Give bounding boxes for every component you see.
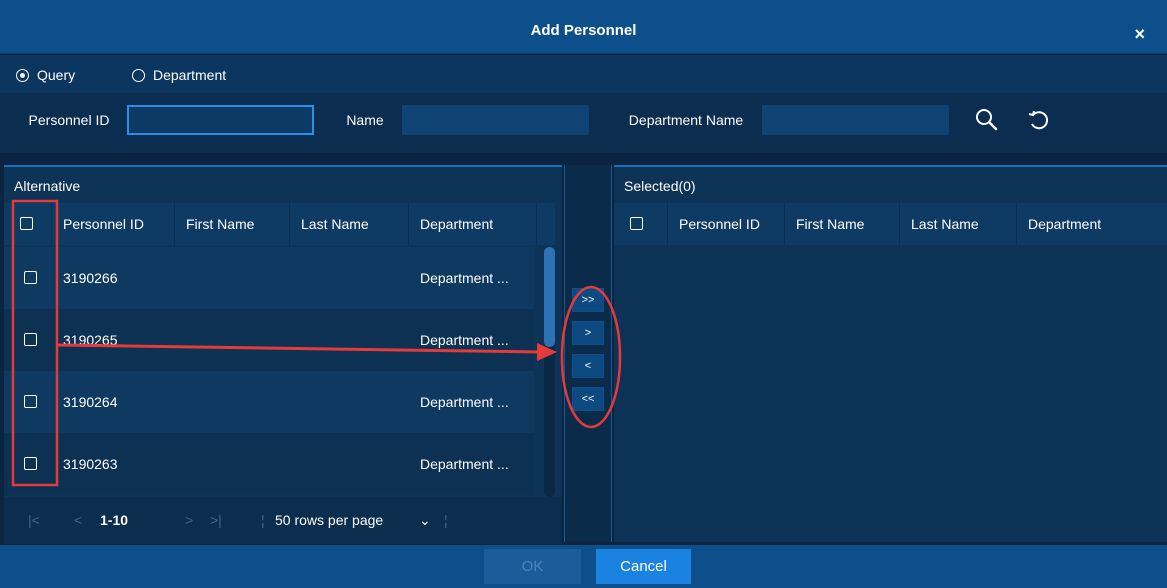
row-checkbox[interactable]: [24, 395, 37, 408]
mode-bar: Query Department: [0, 55, 1167, 93]
radio-checked-icon: [16, 68, 29, 82]
pager-divider: ¦: [444, 512, 448, 528]
department-name-label: Department Name: [628, 112, 744, 128]
first-page-icon[interactable]: |<: [28, 512, 40, 528]
table-row[interactable]: 3190265 Department ...: [4, 309, 534, 371]
header-personnel-id[interactable]: Personnel ID: [668, 203, 785, 245]
row-checkbox[interactable]: [24, 271, 37, 284]
table-row[interactable]: 3190266 Department ...: [4, 247, 534, 309]
select-all-checkbox[interactable]: [630, 217, 643, 230]
header-select-all-cell: [614, 203, 668, 245]
alternative-table-header: Personnel ID First Name Last Name Depart…: [4, 203, 555, 245]
cell-department: Department ...: [420, 332, 509, 348]
cell-personnel-id: 3190264: [63, 394, 118, 410]
dialog-footer: OK Cancel: [0, 545, 1167, 588]
remove-button[interactable]: <: [572, 354, 604, 378]
cancel-button[interactable]: Cancel: [596, 549, 691, 584]
personnel-id-input[interactable]: [127, 105, 314, 135]
header-personnel-id[interactable]: Personnel ID: [52, 203, 175, 245]
pager-divider: ¦: [261, 512, 265, 528]
transfer-column: >> > < <<: [564, 165, 612, 542]
chevron-down-icon[interactable]: ⌄: [419, 512, 431, 529]
search-icon[interactable]: [972, 105, 1002, 135]
table-row[interactable]: 3190263 Department ...: [4, 433, 534, 495]
header-last-name[interactable]: Last Name: [900, 203, 1017, 245]
row-checkbox[interactable]: [24, 457, 37, 470]
cell-department: Department ...: [420, 394, 509, 410]
page-range: 1-10: [100, 512, 129, 528]
table-row[interactable]: 3190264 Department ...: [4, 371, 534, 433]
add-button[interactable]: >: [572, 321, 604, 345]
radio-query[interactable]: Query: [16, 67, 75, 83]
radio-department[interactable]: Department: [132, 67, 226, 83]
radio-department-label: Department: [153, 67, 227, 83]
pagination-bar: |< < 1-10 > >| ¦ 50 rows per page ⌄ ¦: [4, 497, 562, 544]
rows-per-page-select[interactable]: 50 rows per page: [275, 512, 383, 528]
cell-personnel-id: 3190265: [63, 332, 118, 348]
next-page-icon[interactable]: >: [185, 512, 193, 528]
add-all-button[interactable]: >>: [572, 288, 604, 312]
reset-icon[interactable]: [1024, 105, 1054, 135]
cell-personnel-id: 3190266: [63, 270, 118, 286]
header-last-name[interactable]: Last Name: [290, 203, 409, 245]
department-name-input[interactable]: [762, 105, 949, 135]
header-first-name[interactable]: First Name: [175, 203, 290, 245]
radio-unchecked-icon: [132, 68, 145, 82]
cell-personnel-id: 3190263: [63, 456, 118, 472]
alternative-panel: Alternative Personnel ID First Name Last…: [4, 165, 562, 544]
selected-panel: Selected(0) Personnel ID First Name Last…: [614, 165, 1167, 542]
header-department[interactable]: Department: [1017, 203, 1167, 245]
cell-department: Department ...: [420, 270, 509, 286]
selected-title: Selected(0): [624, 178, 696, 194]
last-page-icon[interactable]: >|: [210, 512, 222, 528]
remove-all-button[interactable]: <<: [572, 387, 604, 411]
dialog-title: Add Personnel: [530, 22, 637, 39]
cell-department: Department ...: [420, 456, 509, 472]
close-icon[interactable]: ×: [1134, 25, 1145, 43]
name-input[interactable]: [402, 105, 589, 135]
header-select-all-cell: [4, 203, 52, 245]
row-checkbox[interactable]: [24, 333, 37, 346]
scrollbar-thumb[interactable]: [544, 247, 555, 347]
header-first-name[interactable]: First Name: [785, 203, 900, 245]
query-bar: Personnel ID Name Department Name: [0, 93, 1167, 153]
radio-query-label: Query: [37, 67, 76, 83]
personnel-id-label: Personnel ID: [28, 112, 110, 128]
selected-table-header: Personnel ID First Name Last Name Depart…: [614, 203, 1167, 245]
select-all-checkbox[interactable]: [20, 217, 33, 230]
header-department[interactable]: Department: [409, 203, 537, 245]
prev-page-icon[interactable]: <: [74, 512, 82, 528]
name-label: Name: [346, 112, 384, 128]
alternative-title: Alternative: [14, 178, 81, 194]
vertical-scrollbar[interactable]: [544, 247, 555, 497]
ok-button[interactable]: OK: [484, 549, 581, 584]
dialog-title-bar: Add Personnel ×: [0, 0, 1167, 54]
